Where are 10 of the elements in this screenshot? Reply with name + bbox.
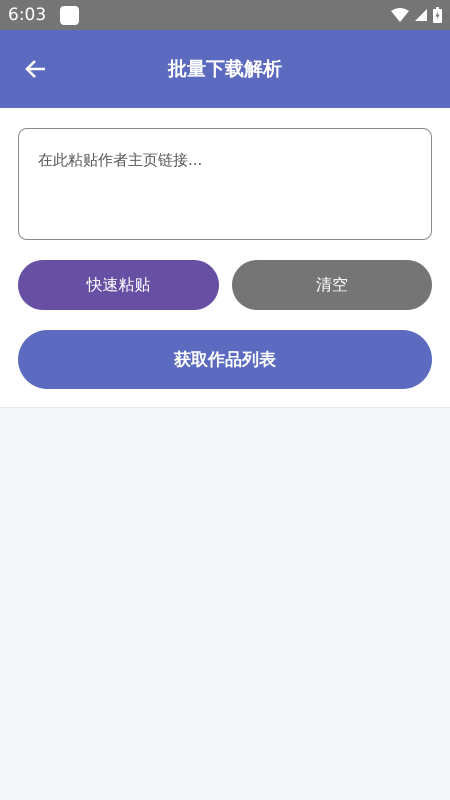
clear-button[interactable]: 清空: [232, 260, 432, 310]
battery-icon: [433, 7, 442, 23]
signal-icon: [415, 9, 427, 21]
back-arrow-icon[interactable]: [24, 59, 46, 79]
link-input-field[interactable]: 在此粘贴作者主页链接...: [18, 128, 432, 240]
fetch-list-button[interactable]: 获取作品列表: [18, 330, 432, 389]
wifi-icon: [391, 8, 409, 22]
paste-button[interactable]: 快速粘贴: [18, 260, 218, 310]
status-time: 6:03: [8, 5, 46, 25]
screen-title: 批量下载解析: [168, 57, 282, 82]
